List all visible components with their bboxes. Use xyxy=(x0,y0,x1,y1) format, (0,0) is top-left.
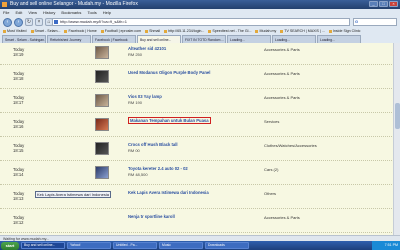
listing-row[interactable]: Today 18:19 Alteather sid 42101 RM 250 A… xyxy=(0,43,392,65)
listing-price: RM 00 xyxy=(128,148,140,153)
browser-tab[interactable]: Refurbished Journey xyxy=(47,35,91,43)
browser-tab[interactable]: Facebook | Facebook xyxy=(92,35,136,43)
listing-category: Accessories & Parts xyxy=(264,71,300,76)
menu-help[interactable]: Help xyxy=(103,9,111,16)
browser-tab[interactable]: Loading... xyxy=(227,35,271,43)
taskbar-item[interactable]: Untitled - Pa... xyxy=(113,242,157,249)
listing-title[interactable]: Nenja tr sportline karoll xyxy=(128,214,175,219)
listing-category: Clothes/Watches/Accessories xyxy=(264,143,317,148)
listing-thumbnail[interactable] xyxy=(95,46,109,59)
bookmark-item[interactable]: Facebook | Home xyxy=(64,28,96,35)
address-bar[interactable]: http://www.mudah.my/li?ca=9_s&th=1 xyxy=(52,18,350,26)
browser-tab[interactable]: Loading... xyxy=(317,35,361,43)
taskbar-item[interactable]: Downloads xyxy=(205,242,249,249)
listing-date: Today 18:16 xyxy=(13,119,25,129)
listing-date: Today 18:12 xyxy=(13,215,25,225)
listing-category: Services xyxy=(264,119,280,124)
bookmark-item[interactable]: Smart - Selam... xyxy=(31,28,61,35)
bookmarks-toolbar: Most Visited Smart - Selam... Facebook |… xyxy=(0,28,400,35)
listing-row[interactable]: Today 18:12 Nenja tr sportline karoll Ac… xyxy=(0,211,392,233)
site-favicon-icon xyxy=(54,20,58,24)
bookmark-item[interactable]: Mudah.my xyxy=(255,28,276,35)
menu-bookmarks[interactable]: Bookmarks xyxy=(61,9,81,16)
minimize-button[interactable]: _ xyxy=(369,1,378,7)
listing-category: Cars (2) xyxy=(264,167,279,172)
listing-date: Today 18:13 xyxy=(13,191,25,201)
listing-category: Accessories & Parts xyxy=(264,215,300,220)
listing-price: RM 190 xyxy=(128,100,143,105)
taskbar-item[interactable]: Music xyxy=(159,242,203,249)
listing-thumbnail[interactable] xyxy=(95,118,109,131)
bookmark-item[interactable]: Inside Sign Clinic xyxy=(329,28,361,35)
listing-title[interactable]: Used Modanus Oligon Purple Body Panel xyxy=(128,70,210,75)
listing-thumbnail[interactable] xyxy=(95,94,109,107)
reload-icon[interactable]: ↻ xyxy=(25,18,33,26)
listing-date: Today 18:19 xyxy=(13,47,25,57)
system-tray-clock: 7:51 PM xyxy=(372,241,400,250)
listing-row[interactable]: Today 18:18 Used Modanus Oligon Purple B… xyxy=(0,67,392,89)
taskbar-item[interactable]: Buy and sell online... xyxy=(21,242,65,249)
listing-row[interactable]: Today 18:15 Crocs off Hush Black tall RM… xyxy=(0,139,392,161)
taskbar: start Buy and sell online... Yahoo! Unti… xyxy=(0,241,400,250)
menu-view[interactable]: View xyxy=(28,9,37,16)
listing-row[interactable]: Today 18:14 Toyota kereter 2.4 auto 02 -… xyxy=(0,163,392,185)
scrollbar-thumb[interactable] xyxy=(395,103,400,129)
browser-window: Buy and sell online Selangor - Mudah.my … xyxy=(0,0,400,250)
listing-date: Today 18:15 xyxy=(13,143,25,153)
window-title: Buy and sell online Selangor - Mudah.my … xyxy=(10,1,138,7)
tab-strip: Smart - Selam - Sahingan... Refurbished … xyxy=(0,35,400,43)
bookmark-item[interactable]: http://65.11.234/login... xyxy=(164,28,204,35)
listing-row-highlighted[interactable]: Today 18:16 Makanan Tempahan untuk Bulan… xyxy=(0,115,392,137)
taskbar-item[interactable]: Yahoo! xyxy=(67,242,111,249)
listing-date: Today 18:14 xyxy=(13,167,25,177)
listing-date: Today 18:17 xyxy=(13,95,25,105)
menu-file[interactable]: File xyxy=(3,9,9,16)
bookmark-item[interactable]: TV SEARCH | MAXIS | ... xyxy=(280,28,325,35)
start-button[interactable]: start xyxy=(1,241,19,250)
listing-title[interactable]: Alteather sid 42101 xyxy=(128,46,166,51)
menu-bar: File Edit View History Bookmarks Tools H… xyxy=(0,9,400,16)
listing-title[interactable]: Toyota kereter 2.4 auto 02 - 02 xyxy=(128,166,188,171)
forward-arrow-icon[interactable]: › xyxy=(14,17,23,27)
listing-category: Others xyxy=(264,191,277,196)
browser-tab[interactable]: Smart - Selam - Sahingan... xyxy=(2,35,46,43)
listing-row[interactable]: Today 18:17 Vios 03 Yay lamp RM 190 Acce… xyxy=(0,91,392,113)
google-icon: G xyxy=(355,19,359,24)
title-bar: Buy and sell online Selangor - Mudah.my … xyxy=(0,0,400,9)
bookmark-item[interactable]: Most Visited xyxy=(3,28,27,35)
listing-category: Accessories & Parts xyxy=(264,95,300,100)
bookmark-item[interactable]: Speedtest.net - The Gl... xyxy=(208,28,251,35)
menu-tools[interactable]: Tools xyxy=(87,9,96,16)
listing-thumbnail[interactable] xyxy=(95,166,109,179)
listing-title[interactable]: Makanan Tempahan untuk Bulan Puasa xyxy=(128,117,211,124)
back-arrow-icon[interactable]: ‹ xyxy=(3,17,12,27)
listings-page: Today 18:19 Alteather sid 42101 RM 250 A… xyxy=(0,43,400,235)
close-button[interactable]: × xyxy=(389,1,398,7)
listing-row[interactable]: Today 18:13 Kek Lapis Avera Istimewa dar… xyxy=(0,187,392,209)
listing-title[interactable]: Vios 03 Yay lamp xyxy=(128,94,162,99)
bookmark-item[interactable]: Shmail xyxy=(145,28,160,35)
menu-history[interactable]: History xyxy=(43,9,55,16)
browser-tab[interactable]: FIXT IN TOTD Random ... xyxy=(182,35,226,43)
listing-thumbnail[interactable] xyxy=(95,142,109,155)
listing-price: RM 250 xyxy=(128,52,143,57)
listing-title[interactable]: Crocs off Hush Black tall xyxy=(128,142,178,147)
stop-icon[interactable]: × xyxy=(35,18,43,26)
search-box[interactable]: G xyxy=(353,18,397,26)
bookmark-item[interactable]: Football | eprosler.com xyxy=(101,28,141,35)
browser-tab[interactable]: Loading... xyxy=(272,35,316,43)
listing-hover-label: Kek Lapis Avera Istimewa dari Indonesia xyxy=(35,191,111,198)
vertical-scrollbar[interactable] xyxy=(393,43,400,235)
listing-title[interactable]: Kek Lapis Avera Istimewa dari Indonesia xyxy=(128,190,209,195)
listing-thumbnail[interactable] xyxy=(95,70,109,83)
address-url: http://www.mudah.my/li?ca=9_s&th=1 xyxy=(60,19,127,24)
listing-date: Today 18:18 xyxy=(13,71,25,81)
window-controls: _ □ × xyxy=(369,1,398,7)
listing-category: Accessories & Parts xyxy=(264,47,300,52)
browser-tab-active[interactable]: Buy and sell online... xyxy=(137,35,181,43)
menu-edit[interactable]: Edit xyxy=(15,9,22,16)
firefox-icon xyxy=(2,2,7,7)
maximize-button[interactable]: □ xyxy=(379,1,388,7)
listing-price: RM 48,500 xyxy=(128,172,148,177)
